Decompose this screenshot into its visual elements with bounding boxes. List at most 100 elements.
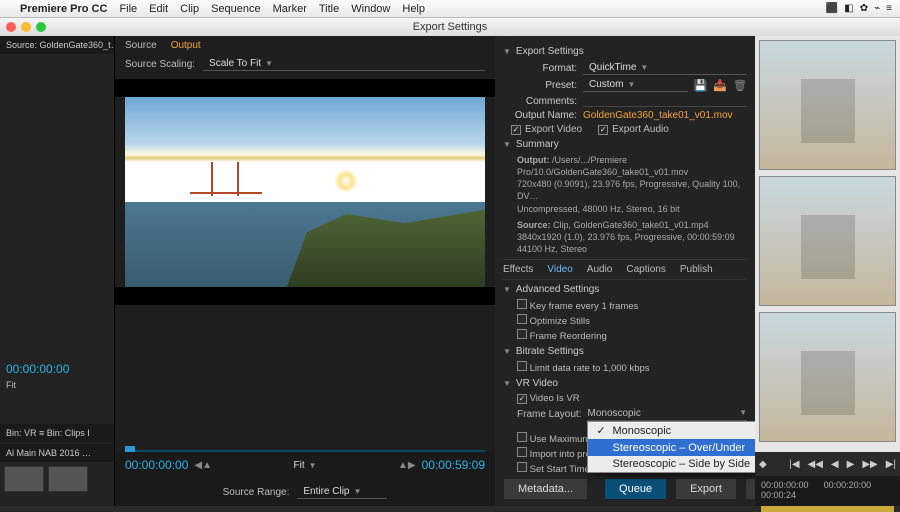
source-scaling-dropdown[interactable]: Scale To Fit▼ — [203, 57, 485, 71]
limit-bitrate-checkbox[interactable] — [517, 361, 527, 371]
optimize-stills-checkbox[interactable] — [517, 314, 527, 324]
mac-menu-bar[interactable]: Premiere Pro CC File Edit Clip Sequence … — [0, 0, 900, 18]
step-back-icon[interactable]: ◀◀ — [808, 459, 823, 470]
play-icon[interactable]: ▶ — [847, 459, 855, 470]
program-thumb[interactable] — [759, 176, 896, 306]
app-name[interactable]: Premiere Pro CC — [20, 3, 107, 15]
video-preview[interactable] — [125, 97, 485, 287]
metadata-button[interactable]: Metadata... — [503, 478, 588, 500]
keyframe-checkbox[interactable] — [517, 299, 527, 309]
bin-tabs[interactable]: Bin: VR ≡ Bin: Clips I — [0, 424, 114, 442]
set-in-icon[interactable]: ◀▲ — [194, 460, 212, 471]
tab-source[interactable]: Source — [125, 40, 157, 51]
close-icon[interactable] — [6, 22, 16, 32]
tab-publish[interactable]: Publish — [680, 264, 713, 275]
program-thumb[interactable] — [759, 312, 896, 442]
bin-thumb[interactable] — [48, 466, 88, 492]
preset-dropdown[interactable]: Custom▼ — [583, 78, 688, 92]
source-timecode: 00:00:00:00 — [0, 354, 114, 378]
chevron-down-icon: ▼ — [265, 59, 273, 68]
import-project-checkbox[interactable] — [517, 447, 527, 457]
export-preview-panel: Source Output Source Scaling: Scale To F… — [115, 36, 495, 506]
timeline-tick: 00:00:24 — [761, 490, 796, 500]
out-timecode[interactable]: 00:00:59:09 — [422, 458, 485, 472]
frame-layout-option-over-under[interactable]: Stereoscopic – Over/Under↖ — [588, 439, 755, 456]
output-name-link[interactable]: GoldenGate360_take01_v01.mov — [583, 110, 733, 121]
save-preset-icon[interactable]: 💾 — [694, 79, 708, 92]
format-label: Format: — [503, 63, 577, 74]
bin-thumbnails[interactable] — [0, 462, 114, 496]
source-monitor-panel: Source: GoldenGate360_t… 00:00:00:00 Fit… — [0, 36, 115, 506]
source-scaling-label: Source Scaling: — [125, 59, 195, 70]
format-dropdown[interactable]: QuickTime▼ — [583, 61, 747, 75]
timeline-panel[interactable]: 00:00:00:00 00:00:20:00 00:00:24 — [755, 476, 900, 506]
cancel-button[interactable]: Cancel — [745, 478, 755, 500]
tab-audio[interactable]: Audio — [587, 264, 613, 275]
bitrate-header[interactable]: ▼Bitrate Settings — [503, 346, 747, 357]
frame-reorder-checkbox[interactable] — [517, 329, 527, 339]
menu-title[interactable]: Title — [319, 3, 339, 15]
comments-field[interactable] — [583, 95, 747, 107]
step-fwd-icon[interactable]: ▶▶ — [862, 459, 877, 470]
frame-layout-dropdown[interactable]: Monoscopic▼ ✓Monoscopic Stereoscopic – O… — [587, 407, 747, 421]
in-timecode[interactable]: 00:00:00:00 — [125, 458, 188, 472]
frame-layout-label: Frame Layout: — [517, 409, 581, 420]
status-tray: ⬛◧✿⌁≡ — [826, 3, 892, 14]
frame-layout-option-monoscopic[interactable]: ✓Monoscopic — [588, 422, 755, 439]
bin-row[interactable]: Al Main NAB 2016 … — [0, 444, 114, 462]
video-track[interactable] — [761, 506, 894, 512]
preview-fit-dropdown[interactable]: Fit ▼ — [287, 459, 322, 472]
export-audio-label: Export Audio — [612, 124, 669, 135]
source-range-label: Source Range: — [223, 487, 290, 498]
frame-layout-popup[interactable]: ✓Monoscopic Stereoscopic – Over/Under↖ S… — [587, 421, 755, 473]
export-settings-header[interactable]: ▼Export Settings — [503, 46, 747, 57]
tab-effects[interactable]: Effects — [503, 264, 533, 275]
video-is-vr-checkbox[interactable] — [517, 394, 527, 404]
bin-thumb[interactable] — [4, 466, 44, 492]
source-range-dropdown[interactable]: Entire Clip▼ — [297, 485, 387, 499]
menu-file[interactable]: File — [119, 3, 137, 15]
window-traffic-lights[interactable] — [6, 22, 46, 32]
delete-preset-icon[interactable]: 🗑 — [733, 79, 747, 92]
export-settings-panel: ▼Export Settings Format: QuickTime▼ Pres… — [495, 36, 755, 506]
output-name-label: Output Name: — [503, 110, 577, 121]
menu-marker[interactable]: Marker — [273, 3, 307, 15]
play-back-icon[interactable]: ◀ — [831, 459, 839, 470]
source-panel-title: Source: GoldenGate360_t… — [0, 36, 114, 54]
zoom-icon[interactable] — [36, 22, 46, 32]
queue-button[interactable]: Queue — [604, 478, 667, 500]
import-preset-icon[interactable]: 📥 — [713, 79, 727, 92]
menu-sequence[interactable]: Sequence — [211, 3, 261, 15]
summary-header[interactable]: ▼Summary — [503, 139, 747, 150]
set-out-icon[interactable]: ▲▶ — [398, 460, 416, 471]
tab-video[interactable]: Video — [547, 264, 572, 275]
tab-captions[interactable]: Captions — [626, 264, 665, 275]
export-button[interactable]: Export — [675, 478, 737, 500]
go-to-out-icon[interactable]: ▶| — [886, 459, 896, 470]
max-render-checkbox[interactable] — [517, 432, 527, 442]
marker-icon[interactable]: ◆ — [759, 459, 767, 470]
timeline-tick: 00:00:00:00 — [761, 480, 809, 490]
window-titlebar[interactable]: Export Settings — [0, 18, 900, 36]
menu-clip[interactable]: Clip — [180, 3, 199, 15]
summary-source: Source: Clip, GoldenGate360_take01_v01.m… — [503, 219, 747, 255]
program-thumb[interactable] — [759, 40, 896, 170]
menu-edit[interactable]: Edit — [149, 3, 168, 15]
advanced-header[interactable]: ▼Advanced Settings — [503, 284, 747, 295]
summary-output: Output: /Users/.../Premiere Pro/10.0/Gol… — [503, 154, 747, 215]
minimize-icon[interactable] — [21, 22, 31, 32]
start-tc-checkbox[interactable] — [517, 462, 527, 472]
vr-header[interactable]: ▼VR Video — [503, 378, 747, 389]
keyframe-label: Key frame every 1 frames — [530, 301, 639, 312]
export-video-label: Export Video — [525, 124, 582, 135]
frame-layout-option-side-by-side[interactable]: Stereoscopic – Side by Side — [588, 456, 755, 472]
export-video-checkbox[interactable] — [511, 125, 521, 135]
program-transport[interactable]: ◆ |◀ ◀◀ ◀ ▶ ▶▶ ▶| — [755, 452, 900, 476]
go-to-in-icon[interactable]: |◀ — [789, 459, 799, 470]
menu-window[interactable]: Window — [351, 3, 390, 15]
source-fit-label[interactable]: Fit — [0, 378, 22, 392]
preset-label: Preset: — [503, 80, 577, 91]
menu-help[interactable]: Help — [402, 3, 425, 15]
tab-output[interactable]: Output — [171, 40, 201, 51]
export-audio-checkbox[interactable] — [598, 125, 608, 135]
